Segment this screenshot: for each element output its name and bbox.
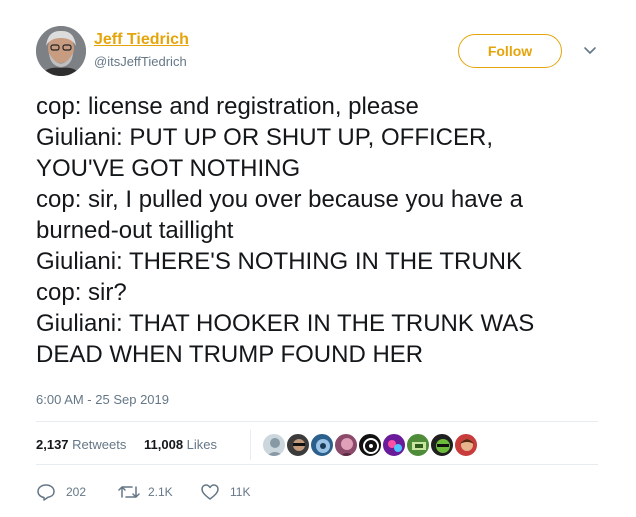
- liker-avatar[interactable]: [406, 433, 430, 457]
- tweet-header: Jeff Tiedrich @itsJeffTiedrich Follow: [36, 26, 606, 78]
- likes-stat[interactable]: 11,008 Likes: [144, 437, 217, 452]
- chevron-down-icon[interactable]: [580, 40, 600, 60]
- retweet-icon: [118, 486, 140, 498]
- like-button[interactable]: 11K: [200, 480, 270, 504]
- liker-avatar[interactable]: [382, 433, 406, 457]
- tweet-line: cop: sir?: [36, 279, 127, 306]
- tweet-line: cop: sir, I pulled you over because you …: [36, 186, 523, 213]
- retweet-count: 2.1K: [148, 485, 173, 499]
- tweet-text: cop: license and registration, please Gi…: [36, 91, 606, 370]
- reply-icon: [37, 484, 55, 501]
- tweet-line: Giuliani: THAT HOOKER IN THE TRUNK WAS: [36, 310, 535, 337]
- tweet-line: Giuliani: PUT UP OR SHUT UP, OFFICER,: [36, 124, 493, 151]
- liker-avatar[interactable]: [334, 433, 358, 457]
- user-handle: @itsJeffTiedrich: [94, 54, 187, 69]
- retweets-count: 2,137: [36, 437, 69, 452]
- tweet-line: cop: license and registration, please: [36, 93, 419, 120]
- likes-label: Likes: [186, 437, 218, 452]
- tweet-line: burned-out taillight: [36, 217, 234, 244]
- user-name[interactable]: Jeff Tiedrich: [94, 31, 189, 49]
- reply-count: 202: [66, 485, 87, 499]
- follow-button[interactable]: Follow: [458, 34, 562, 68]
- divider: [36, 421, 598, 422]
- tweet-line: DEAD WHEN TRUMP FOUND HER: [36, 341, 424, 368]
- like-count: 11K: [230, 485, 251, 499]
- tweet-stats: 2,137 Retweets 11,008 Likes: [36, 428, 598, 462]
- liker-avatar[interactable]: [310, 433, 334, 457]
- retweets-stat[interactable]: 2,137 Retweets: [36, 437, 126, 452]
- user-avatar[interactable]: [36, 26, 86, 76]
- stats-separator: [250, 430, 251, 460]
- liker-avatar[interactable]: [430, 433, 454, 457]
- tweet-line: Giuliani: THERE'S NOTHING IN THE TRUNK: [36, 248, 522, 275]
- liker-avatar[interactable]: [358, 433, 382, 457]
- tweet-line: YOU'VE GOT NOTHING: [36, 155, 301, 182]
- tweet-actions: 202 2.1K 11K: [36, 480, 336, 504]
- retweets-label: Retweets: [72, 437, 127, 452]
- liker-avatar[interactable]: [262, 433, 286, 457]
- divider: [36, 464, 598, 465]
- liker-avatar[interactable]: [454, 433, 478, 457]
- retweet-button[interactable]: 2.1K: [118, 480, 188, 504]
- reply-button[interactable]: 202: [36, 480, 96, 504]
- heart-icon: [201, 484, 219, 500]
- tweet-timestamp[interactable]: 6:00 AM - 25 Sep 2019: [36, 392, 169, 407]
- likes-count: 11,008: [144, 437, 184, 452]
- liker-avatar[interactable]: [286, 433, 310, 457]
